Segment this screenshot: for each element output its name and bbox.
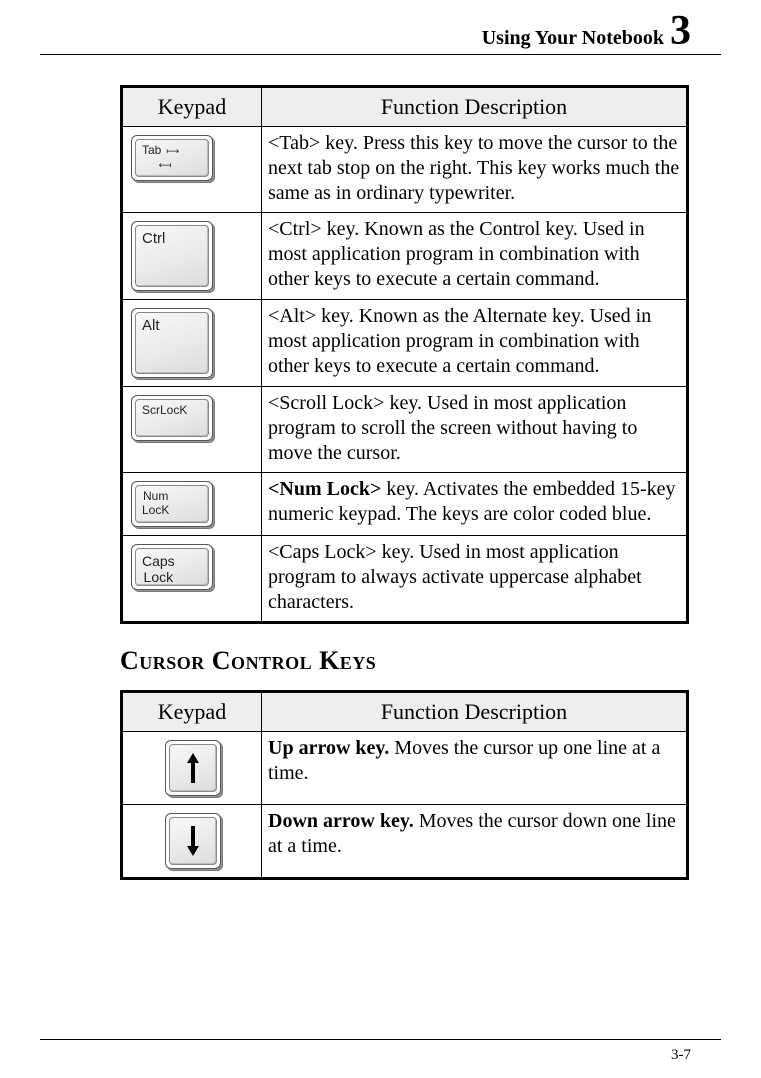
page-number: 3-7	[671, 1047, 691, 1064]
desc-bold: Up arrow key.	[268, 737, 389, 759]
up-arrow-icon	[185, 751, 201, 785]
keycap-alt: Alt	[131, 308, 213, 378]
col-header-keypad: Keypad	[122, 692, 262, 732]
keycap-numlock: NumLocK	[131, 481, 213, 527]
keycap-ctrl: Ctrl	[131, 221, 213, 291]
keycap-label: NumLocK	[142, 490, 169, 518]
col-header-keypad: Keypad	[122, 87, 262, 127]
desc-rest: key. Known as the Control key. Used in m…	[268, 218, 645, 290]
down-arrow-icon	[185, 824, 201, 858]
footer-rule	[40, 1039, 721, 1040]
table-row: Ctrl <Ctrl> key. Known as the Control ke…	[122, 213, 688, 300]
section-heading: Cursor Control Keys	[120, 646, 689, 676]
table-row: Up arrow key. Moves the cursor up one li…	[122, 732, 688, 805]
keycap-label: Alt	[142, 317, 160, 334]
keycap-label: ScrLocK	[142, 404, 187, 418]
desc-rest: key. Press this key to move the cursor t…	[268, 132, 679, 204]
keycap-label: Tab	[142, 143, 161, 157]
keypad-table-2: Keypad Function Description Up arrow	[120, 690, 689, 880]
desc-pre: <Caps Lock>	[268, 541, 377, 563]
desc-pre: <Tab>	[268, 132, 320, 154]
chapter-number: 3	[670, 10, 691, 52]
desc-pre: <Ctrl>	[268, 218, 322, 240]
keycap-scrlock: ScrLocK	[131, 395, 213, 441]
table-row: NumLocK <Num Lock> key. Activates the em…	[122, 473, 688, 536]
table-row: ScrLocK <Scroll Lock> key. Used in most …	[122, 387, 688, 473]
table-row: Tab ⟼ ⟻ <Tab> key. Press this key to mov…	[122, 127, 688, 213]
desc-bold: <Num Lock>	[268, 478, 381, 500]
col-header-desc: Function Description	[262, 692, 688, 732]
desc-pre: <Alt>	[268, 305, 316, 327]
keycap-tab: Tab ⟼ ⟻	[131, 135, 213, 181]
keypad-table-1: Keypad Function Description Tab ⟼ ⟻	[120, 85, 689, 624]
keycap-up-arrow	[165, 740, 221, 796]
table-row: Down arrow key. Moves the cursor down on…	[122, 805, 688, 879]
keycap-down-arrow	[165, 813, 221, 869]
keycap-label: Ctrl	[142, 230, 165, 247]
desc-bold: Down arrow key.	[268, 810, 414, 832]
header-title: Using Your Notebook	[482, 27, 664, 50]
desc-pre: <Scroll Lock>	[268, 392, 384, 414]
table-row: Alt <Alt> key. Known as the Alternate ke…	[122, 300, 688, 387]
table-row: CapsLock <Caps Lock> key. Used in most a…	[122, 536, 688, 623]
keycap-capslock: CapsLock	[131, 544, 213, 590]
col-header-desc: Function Description	[262, 87, 688, 127]
page-header: Using Your Notebook 3	[0, 0, 761, 54]
desc-rest: key. Known as the Alternate key. Used in…	[268, 305, 651, 377]
keycap-label: CapsLock	[142, 553, 175, 585]
